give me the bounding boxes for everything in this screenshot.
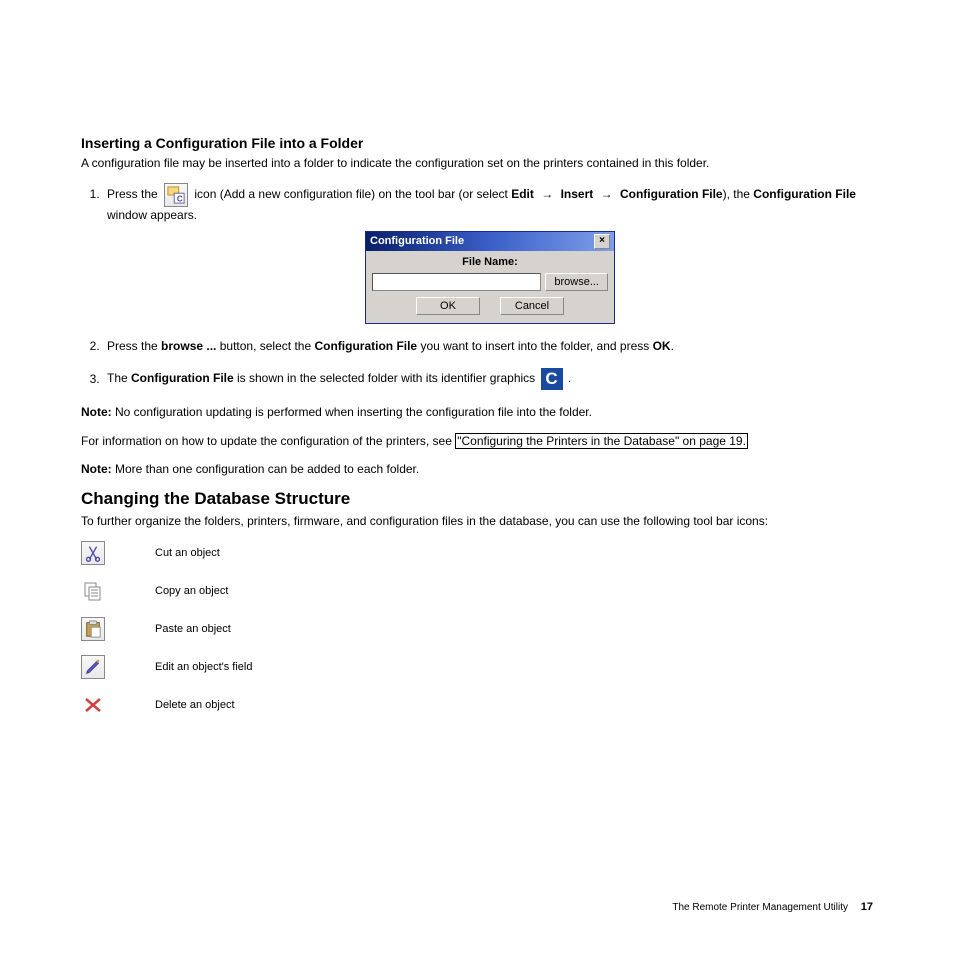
note-1: Note: No configuration updating is perfo… (81, 404, 873, 420)
heading-inserting-config: Inserting a Configuration File into a Fo… (81, 135, 873, 151)
paste-icon (81, 617, 105, 641)
info-text-a: For information on how to update the con… (81, 434, 455, 448)
add-config-file-icon: C (164, 183, 188, 207)
close-icon[interactable]: × (594, 234, 610, 249)
step2-text-d: . (671, 339, 674, 353)
c-identifier-icon: C (541, 368, 563, 390)
changing-intro: To further organize the folders, printer… (81, 513, 873, 529)
edit-icon (81, 655, 105, 679)
configuring-printers-link[interactable]: "Configuring the Printers in the Databas… (455, 433, 748, 449)
dialog-button-row: OK Cancel (372, 297, 608, 317)
cut-description: Cut an object (155, 547, 220, 559)
dialog-body: File Name: browse... OK Cancel (366, 251, 614, 323)
ok-button[interactable]: OK (416, 297, 480, 315)
copy-icon (81, 579, 105, 603)
dialog-title: Configuration File (370, 234, 464, 249)
note-2: Note: More than one configuration can be… (81, 461, 873, 477)
dialog-input-row: browse... (372, 273, 608, 291)
page-number: 17 (861, 901, 873, 913)
step3-cfg: Configuration File (131, 372, 234, 386)
step3-text-a: The (107, 372, 131, 386)
step1-edit: Edit (511, 187, 534, 201)
steps-list: Press the C icon (Add a new configuratio… (81, 183, 873, 390)
step2-text-a: Press the (107, 339, 161, 353)
toolbar-icon-table: Cut an object Copy an object Paste an ob… (81, 541, 873, 717)
step2-ok: OK (653, 339, 671, 353)
info-paragraph: For information on how to update the con… (81, 433, 873, 449)
note1-label: Note: (81, 405, 112, 419)
step1-text-d: window appears. (107, 208, 197, 222)
table-row: Paste an object (81, 617, 873, 641)
step2-browse: browse ... (161, 339, 216, 353)
configuration-file-dialog: Configuration File × File Name: browse..… (365, 231, 615, 324)
step2-text-b: button, select the (216, 339, 314, 353)
step-3: The Configuration File is shown in the s… (103, 368, 873, 390)
paste-description: Paste an object (155, 623, 231, 635)
arrow-icon: → (537, 186, 557, 202)
intro-paragraph: A configuration file may be inserted int… (81, 155, 873, 171)
table-row: Edit an object's field (81, 655, 873, 679)
cancel-button[interactable]: Cancel (500, 297, 564, 315)
edit-description: Edit an object's field (155, 661, 253, 673)
step1-text-c: ), the (723, 187, 754, 201)
file-name-label: File Name: (372, 255, 608, 270)
step1-insert: Insert (561, 187, 594, 201)
step1-cfgfile2: Configuration File (753, 187, 856, 201)
page-footer: The Remote Printer Management Utility 17 (672, 901, 873, 913)
delete-icon (81, 693, 105, 717)
step1-text-a: Press the (107, 187, 161, 201)
note1-text: No configuration updating is performed w… (112, 405, 592, 419)
dialog-titlebar: Configuration File × (366, 232, 614, 251)
step3-text-c: . (568, 372, 571, 386)
browse-button[interactable]: browse... (545, 273, 608, 291)
heading-changing-database: Changing the Database Structure (81, 489, 873, 509)
arrow-icon: → (597, 186, 617, 202)
step-1: Press the C icon (Add a new configuratio… (103, 183, 873, 324)
note2-label: Note: (81, 462, 112, 476)
table-row: Delete an object (81, 693, 873, 717)
footer-text: The Remote Printer Management Utility (672, 902, 848, 913)
svg-text:C: C (177, 194, 183, 203)
cut-icon (81, 541, 105, 565)
page-container: Inserting a Configuration File into a Fo… (0, 0, 954, 954)
file-name-input[interactable] (372, 273, 541, 291)
delete-description: Delete an object (155, 699, 235, 711)
step2-cfg: Configuration File (314, 339, 417, 353)
step1-cfgfile: Configuration File (620, 187, 723, 201)
copy-description: Copy an object (155, 585, 228, 597)
step2-text-c: you want to insert into the folder, and … (417, 339, 652, 353)
table-row: Copy an object (81, 579, 873, 603)
step1-text-b: icon (Add a new configuration file) on t… (194, 187, 511, 201)
step-2: Press the browse ... button, select the … (103, 338, 873, 354)
step3-text-b: is shown in the selected folder with its… (234, 372, 539, 386)
note2-text: More than one configuration can be added… (112, 462, 420, 476)
table-row: Cut an object (81, 541, 873, 565)
